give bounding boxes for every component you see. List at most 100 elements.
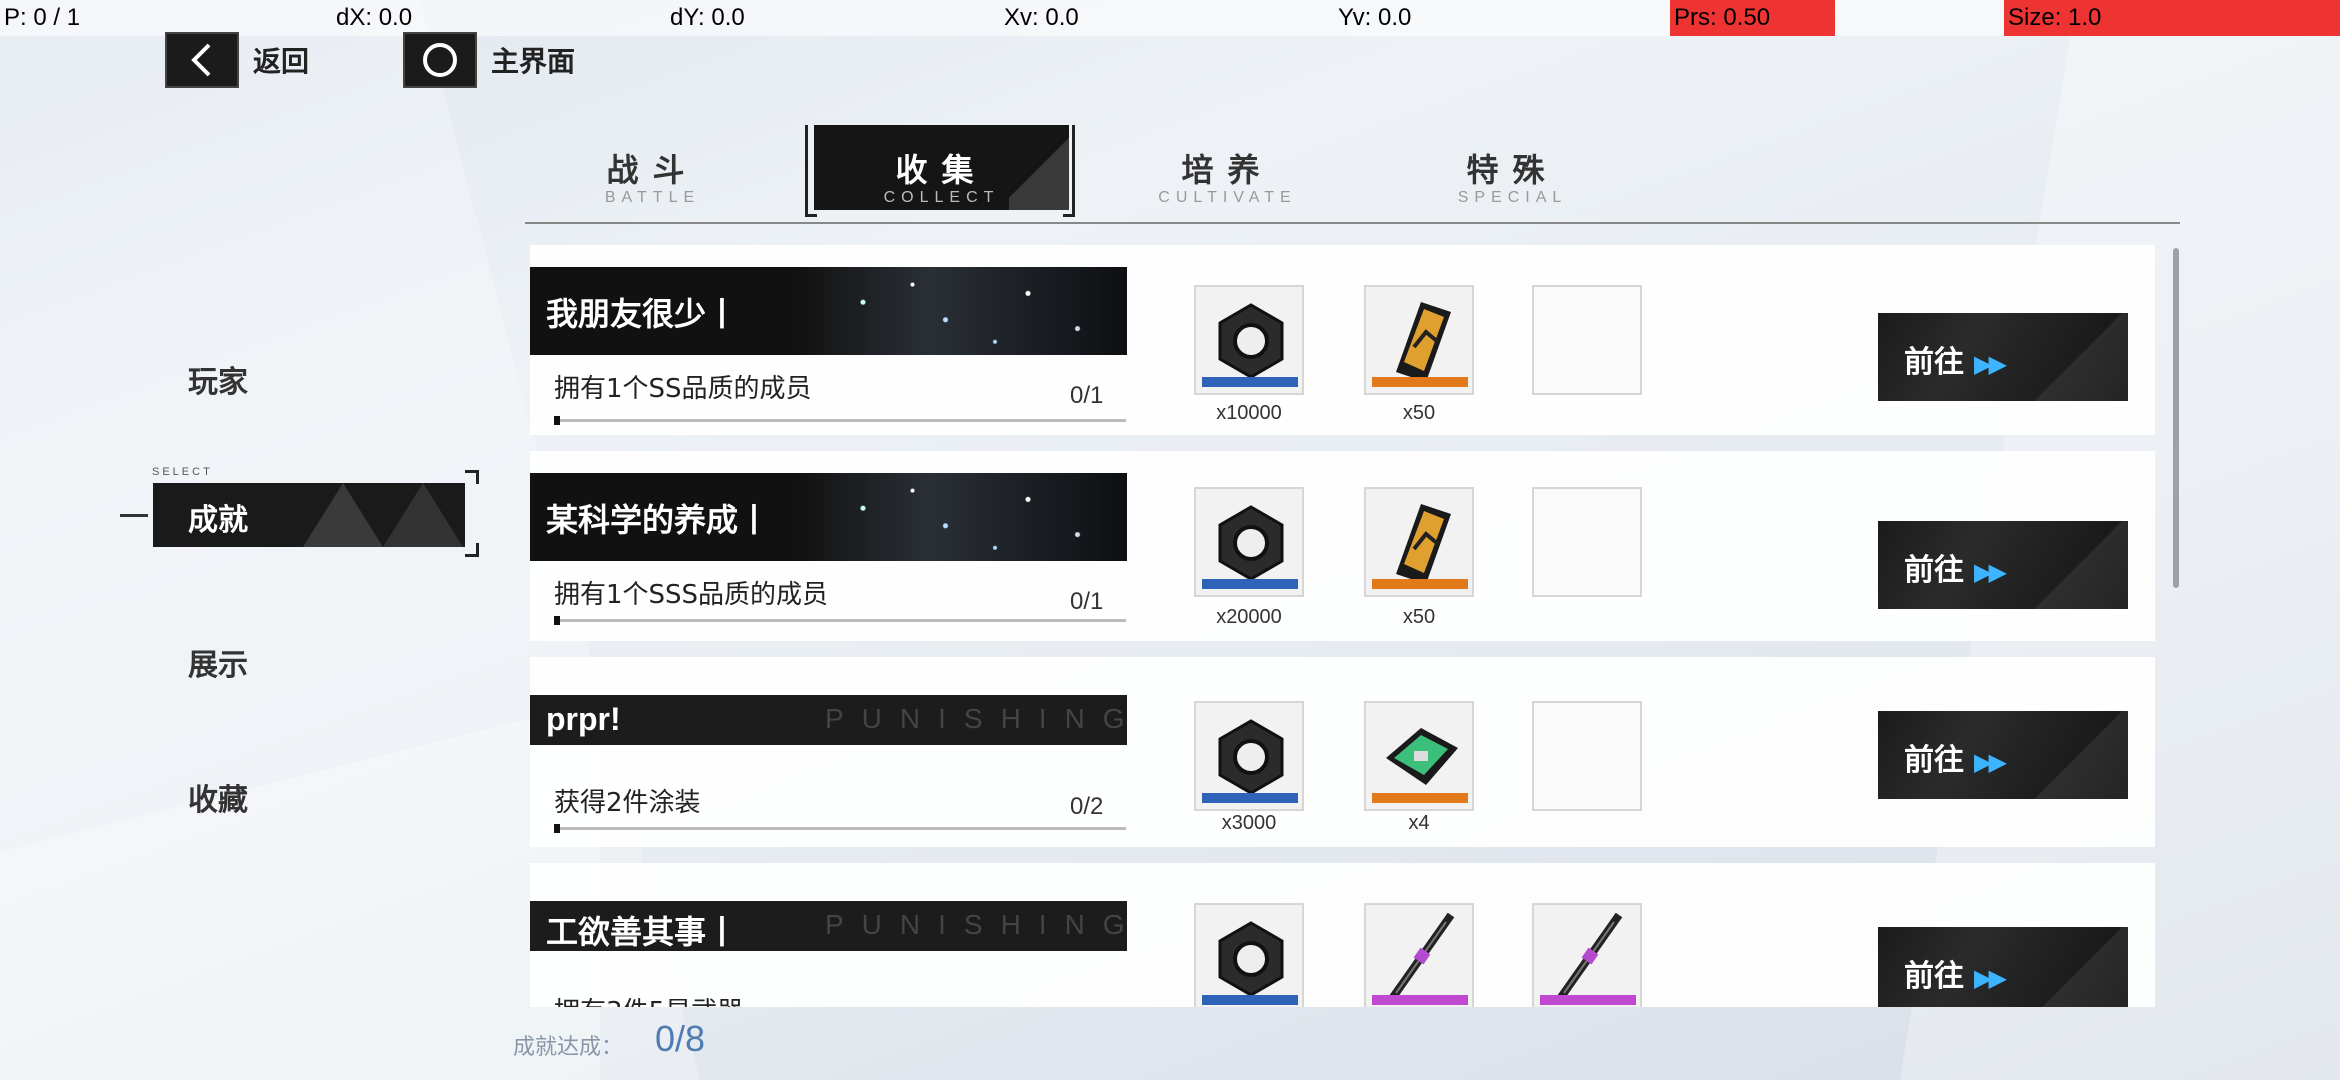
double-arrow-icon: ▶▶: [1974, 350, 2007, 378]
achievement-title: 工欲善其事丨: [546, 914, 739, 950]
debug-dy: dY: 0.0: [670, 4, 745, 31]
achievement-desc: 获得2件涂装: [554, 788, 701, 818]
go-button-label: 前往: [1904, 553, 1964, 588]
achievement-list[interactable]: 我朋友很少丨 拥有1个SS品质的成员 0/1 x10000 x50 前往 ▶▶: [530, 245, 2180, 1007]
reward-qty: x10000: [1216, 402, 1282, 424]
progress-bar: [554, 416, 1126, 425]
debug-pressure: Prs: 0.50: [1670, 0, 1835, 36]
tab-special-label: 特殊: [1466, 151, 1559, 189]
side-item-display[interactable]: 展示: [188, 640, 248, 684]
reward-slot-empty: [1532, 701, 1642, 811]
rarity-tag: [1540, 995, 1636, 1005]
go-button[interactable]: 前往 ▶▶: [1878, 711, 2128, 799]
achievement-title: 某科学的养成丨: [546, 501, 771, 539]
tab-battle[interactable]: 战斗 BATTLE: [525, 125, 780, 210]
reward-slot-empty: [1532, 487, 1642, 597]
tab-special[interactable]: 特殊 SPECIAL: [1385, 125, 1640, 210]
side-selection-dash: [120, 514, 148, 517]
rarity-tag: [1372, 377, 1468, 387]
reward-item[interactable]: [1194, 701, 1304, 811]
weapon-icon: [1387, 912, 1455, 1003]
weapon-icon: [1555, 912, 1623, 1003]
side-corner: [465, 470, 479, 484]
rarity-tag: [1202, 579, 1298, 589]
achievement-title: 我朋友很少丨: [546, 295, 739, 333]
debug-pointer: P: 0 / 1: [4, 4, 81, 31]
achievement-count-value: 0/8: [655, 1018, 706, 1059]
reward-item[interactable]: [1364, 285, 1474, 395]
achievement-banner: prpr! PUNISHING: [530, 695, 1127, 745]
reward-slot-empty: [1532, 285, 1642, 395]
reward-item[interactable]: [1364, 487, 1474, 597]
circle-home-icon: [403, 32, 477, 88]
achievement-banner: 我朋友很少丨: [530, 267, 1127, 355]
side-corner: [465, 543, 479, 557]
tab-battle-label: 战斗: [606, 151, 699, 189]
achievement-row: 工欲善其事丨 PUNISHING 拥有3件5星武器: [530, 863, 2155, 1007]
go-button-label: 前往: [1904, 743, 1964, 778]
achievement-count-label: 成就达成：: [513, 1035, 624, 1060]
reward-item[interactable]: [1194, 903, 1304, 1007]
achievement-row: 某科学的养成丨 拥有1个SSS品质的成员 0/1 x20000 x50 前往 ▶▶: [530, 451, 2155, 641]
back-button[interactable]: 返回: [165, 30, 309, 90]
tab-battle-sublabel: BATTLE: [604, 189, 701, 206]
tab-cultivate-label: 培养: [1181, 151, 1274, 189]
reward-item[interactable]: [1194, 487, 1304, 597]
achievement-desc: 拥有3件5星武器: [554, 991, 743, 1007]
tab-cultivate[interactable]: 培养 CULTIVATE: [1100, 125, 1355, 210]
achievement-progress: 0/1: [1070, 382, 1104, 409]
chevron-left-icon: [165, 32, 239, 88]
achievement-desc: 拥有1个SS品质的成员: [554, 374, 812, 404]
rarity-tag: [1202, 793, 1298, 803]
debug-overlay: P: 0 / 1 dX: 0.0 dY: 0.0 Xv: 0.0 Yv: 0.0…: [0, 0, 2340, 36]
tab-cultivate-sublabel: CULTIVATE: [1158, 189, 1297, 206]
tab-special-sublabel: SPECIAL: [1457, 189, 1568, 206]
reward-item[interactable]: [1364, 701, 1474, 811]
reward-qty: x50: [1402, 402, 1436, 424]
tab-divider: [525, 222, 2180, 224]
decor-triangle: [383, 483, 463, 547]
banner-art: [797, 267, 1127, 355]
go-button[interactable]: 前往 ▶▶: [1878, 521, 2128, 609]
go-button[interactable]: 前往 ▶▶: [1878, 313, 2128, 401]
reward-qty: x4: [1408, 812, 1430, 834]
double-arrow-icon: ▶▶: [1974, 748, 2007, 776]
decor-triangle: [303, 483, 383, 547]
reward-item[interactable]: [1532, 903, 1642, 1007]
home-label: 主界面: [491, 45, 576, 78]
reward-qty: x50: [1402, 606, 1436, 628]
achievement-row: prpr! PUNISHING 获得2件涂装 0/2 x3000 x4 前往 ▶▶: [530, 657, 2155, 847]
active-tab-bracket: [805, 125, 1075, 217]
reward-item[interactable]: [1364, 903, 1474, 1007]
achievement-desc: 拥有1个SSS品质的成员: [554, 580, 829, 610]
home-button[interactable]: 主界面: [403, 30, 575, 90]
debug-xv: Xv: 0.0: [1004, 4, 1079, 31]
debug-size: Size: 1.0: [2004, 0, 2340, 36]
reward-item[interactable]: [1194, 285, 1304, 395]
list-scrollbar[interactable]: [2173, 248, 2179, 588]
achievement-progress: 0/2: [1070, 793, 1104, 820]
reward-qty: x20000: [1216, 606, 1282, 628]
progress-bar: [554, 616, 1126, 625]
achievement-banner: 某科学的养成丨: [530, 473, 1127, 561]
side-item-collection[interactable]: 收藏: [188, 775, 248, 819]
hex-nut-icon: [1218, 921, 1284, 997]
reward-qty: x3000: [1221, 812, 1277, 834]
rarity-tag: [1372, 995, 1468, 1005]
banner-watermark: PUNISHING: [825, 909, 1127, 940]
back-label: 返回: [253, 45, 310, 78]
go-button-label: 前往: [1904, 345, 1964, 380]
side-select-tag: SELECT: [152, 466, 213, 478]
achievement-banner: 工欲善其事丨 PUNISHING: [530, 901, 1127, 951]
side-item-player[interactable]: 玩家: [188, 357, 248, 401]
double-arrow-icon: ▶▶: [1974, 964, 2007, 992]
rarity-tag: [1372, 793, 1468, 803]
side-item-achievements[interactable]: 成就: [153, 483, 465, 547]
debug-dx: dX: 0.0: [336, 4, 413, 31]
side-item-achievements-label: 成就: [188, 503, 248, 538]
achievement-row: 我朋友很少丨 拥有1个SS品质的成员 0/1 x10000 x50 前往 ▶▶: [530, 245, 2155, 435]
go-button[interactable]: 前往 ▶▶: [1878, 927, 2128, 1007]
banner-watermark: PUNISHING: [825, 703, 1127, 734]
achievement-progress: 0/1: [1070, 588, 1104, 615]
go-button-label: 前往: [1904, 959, 1964, 994]
